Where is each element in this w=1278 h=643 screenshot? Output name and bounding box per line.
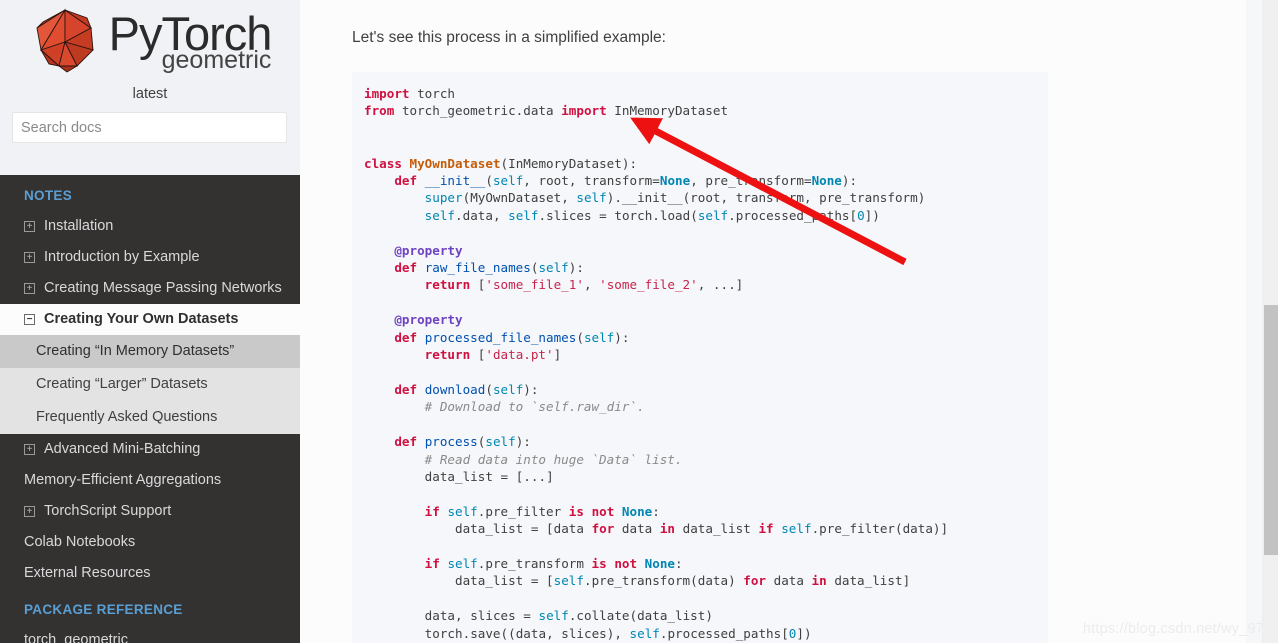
sidebar: PyTorch geometric latest NOTES + Installat… [0,0,300,643]
sidebar-header: PyTorch geometric latest [0,0,300,175]
intro-paragraph: Let's see this process in a simplified e… [352,29,666,46]
sidebar-item-memory-efficient-aggregations[interactable]: Memory-Efficient Aggregations [0,465,300,496]
pytorch-geometric-icosahedron-logo-icon [36,8,94,73]
page-scrollbar[interactable] [1262,0,1278,643]
sidebar-item-introduction-by-example[interactable]: + Introduction by Example [0,242,300,273]
document-body: Let's see this process in a simplified e… [300,0,1278,643]
search-form [0,102,300,143]
collapse-minus-icon[interactable]: − [24,314,35,325]
sidebar-item-external-resources[interactable]: External Resources [0,558,300,589]
documentation-page: PyTorch geometric latest NOTES + Installat… [0,0,1278,643]
expand-plus-icon[interactable]: + [24,444,35,455]
sidebar-item-label: Memory-Efficient Aggregations [24,472,222,488]
sidebar-item-label: Installation [44,218,114,234]
sidebar-item-torch-geometric[interactable]: torch_geometric [0,625,300,643]
watermark-text: https://blog.csdn.net/wy_97 [1082,621,1264,637]
sidebar-item-label: Introduction by Example [44,249,200,265]
sidebar-caption-notes: NOTES [24,188,73,203]
sidebar-navigation[interactable]: NOTES + Installation + Introduction by Examp… [0,175,300,643]
sidebar-item-creating-your-own-datasets[interactable]: − Creating Your Own Datasets [0,304,300,335]
page-scrollbar-thumb[interactable] [1264,305,1278,555]
sidebar-item-label: Colab Notebooks [24,534,136,550]
logo-wordmark: PyTorch geometric [109,10,273,73]
site-logo[interactable]: PyTorch geometric [0,0,300,76]
sidebar-caption-package-reference: PACKAGE REFERENCE [24,602,183,617]
sidebar-sublist-creating-your-own-datasets: Creating “In Memory Datasets” Creating “L… [0,335,300,434]
sidebar-item-label: Advanced Mini-Batching [44,441,201,457]
sidebar-item-torchscript-support[interactable]: + TorchScript Support [0,496,300,527]
sidebar-item-label: Creating Your Own Datasets [44,311,239,327]
sidebar-item-label: External Resources [24,565,151,581]
sidebar-item-colab-notebooks[interactable]: Colab Notebooks [0,527,300,558]
content-gutter [1246,0,1262,643]
expand-plus-icon[interactable]: + [24,506,35,517]
sidebar-item-label: TorchScript Support [44,503,172,519]
sidebar-subitem-creating-in-memory-datasets[interactable]: Creating “In Memory Datasets” [0,335,300,368]
expand-plus-icon[interactable]: + [24,221,35,232]
sidebar-item-label: torch_geometric [24,632,128,643]
expand-plus-icon[interactable]: + [24,252,35,263]
sidebar-item-advanced-mini-batching[interactable]: + Advanced Mini-Batching [0,434,300,465]
main-content: Let's see this process in a simplified e… [300,0,1278,643]
sidebar-item-label: Creating Message Passing Networks [44,280,282,296]
sidebar-item-installation[interactable]: + Installation [0,211,300,242]
search-input[interactable] [12,112,287,143]
version-label: latest [132,86,168,102]
expand-plus-icon[interactable]: + [24,283,35,294]
python-code-block[interactable]: import torch from torch_geometric.data i… [352,72,1048,643]
sidebar-subitem-frequently-asked-questions[interactable]: Frequently Asked Questions [0,401,300,434]
sidebar-item-creating-message-passing-networks[interactable]: + Creating Message Passing Networks [0,273,300,304]
sidebar-subitem-creating-larger-datasets[interactable]: Creating “Larger” Datasets [0,368,300,401]
